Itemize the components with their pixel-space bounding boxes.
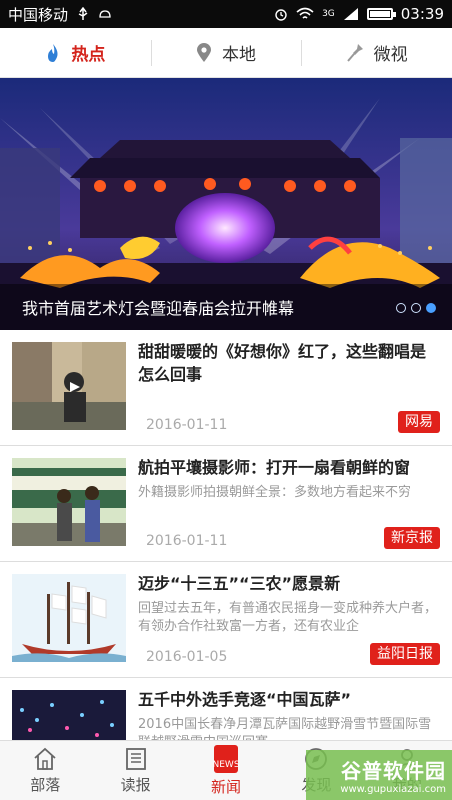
watermark-url: www.gupuxiazai.com <box>340 784 446 795</box>
news-item[interactable]: 甜甜暖暖的《好想你》红了，这些翻唱是怎么回事 2016-01-11 网易 <box>0 330 452 446</box>
news-item[interactable]: 航拍平壤摄影师：打开一扇看朝鲜的窗 外籍摄影师拍摄朝鲜全景：多数地方看起来不穷 … <box>0 446 452 562</box>
news-date: 2016-01-05 <box>146 649 228 665</box>
status-bar: 中国移动 3G 03:39 <box>0 0 452 28</box>
network-type-label: 3G <box>322 9 335 19</box>
news-item[interactable]: 五千中外选手竞逐“中国瓦萨” 2016中国长春净月潭瓦萨国际越野滑雪节暨国际雪联… <box>0 678 452 740</box>
news-list: 甜甜暖暖的《好想你》红了，这些翻唱是怎么回事 2016-01-11 网易 航拍平… <box>0 330 452 740</box>
tab-label: 热点 <box>71 45 106 65</box>
clock-label: 03:39 <box>400 5 444 23</box>
news-thumbnail <box>12 690 126 740</box>
nav-tribe[interactable]: 部落 <box>0 741 90 800</box>
alarm-icon <box>275 9 287 21</box>
home-icon <box>34 747 56 770</box>
watermark-brand: 谷普软件园 <box>341 759 446 783</box>
pin-icon <box>346 43 363 62</box>
flame-icon <box>48 43 58 62</box>
nav-read-paper[interactable]: 读报 <box>90 741 180 800</box>
carousel-dot <box>411 303 421 313</box>
usb-icon <box>78 7 88 20</box>
tab-label: 本地 <box>222 45 256 65</box>
featured-banner[interactable]: 我市首届艺术灯会暨迎春庙会拉开帷幕 <box>0 78 452 330</box>
tab-hot[interactable]: 热点 <box>0 28 151 77</box>
top-tab-bar: 热点 本地 微视 <box>0 28 452 78</box>
news-thumbnail <box>12 574 126 662</box>
news-source-badge: 新京报 <box>384 527 440 549</box>
android-icon <box>99 10 111 18</box>
news-badge-icon: NEWS <box>213 744 240 773</box>
news-thumbnail <box>12 458 126 546</box>
carousel-dot <box>396 303 406 313</box>
nav-label: 读报 <box>120 775 151 794</box>
news-summary: 外籍摄影师拍摄朝鲜全景：多数地方看起来不穷 <box>138 485 412 500</box>
carousel-dot-active <box>426 303 436 313</box>
news-source-badge: 益阳日报 <box>370 643 440 665</box>
signal-icon <box>343 8 358 20</box>
nav-news[interactable]: NEWS 新闻 <box>181 741 271 800</box>
news-source-badge: 网易 <box>398 411 440 433</box>
newspaper-icon <box>125 747 146 770</box>
carrier-label: 中国移动 <box>8 5 69 24</box>
location-pin-icon <box>197 42 211 62</box>
news-title: 迈步“十三五”“三农”愿景新 <box>138 574 341 593</box>
tab-microvideo[interactable]: 微视 <box>301 28 452 77</box>
news-summary: 2016中国长春净月潭瓦萨国际越野滑雪节暨国际雪联越野滑雪中国巡回赛 <box>138 717 432 740</box>
news-title: 五千中外选手竞逐“中国瓦萨” <box>138 690 352 709</box>
carousel-indicator <box>396 303 436 313</box>
nav-label: 新闻 <box>211 777 242 796</box>
tab-label: 微视 <box>373 45 408 65</box>
news-thumbnail <box>12 342 126 430</box>
tab-local[interactable]: 本地 <box>150 28 302 77</box>
watermark-logo: 谷普软件园 www.gupuxiazai.com <box>306 750 452 800</box>
nav-label: 部落 <box>30 775 61 794</box>
wifi-icon <box>296 7 314 19</box>
news-date: 2016-01-11 <box>146 533 228 549</box>
banner-caption: 我市首届艺术灯会暨迎春庙会拉开帷幕 <box>0 284 452 330</box>
battery-icon <box>366 8 396 20</box>
news-item[interactable]: 迈步“十三五”“三农”愿景新 回望过去五年，有普通农民摇身一变成种养大户者，有领… <box>0 562 452 678</box>
news-summary: 回望过去五年，有普通农民摇身一变成种养大户者，有领办合作社致富一方者，还有农业企 <box>138 601 438 634</box>
news-title: 甜甜暖暖的《好想你》红了，这些翻唱是怎么回事 <box>138 342 427 384</box>
news-title: 航拍平壤摄影师：打开一扇看朝鲜的窗 <box>138 458 411 477</box>
news-date: 2016-01-11 <box>146 417 228 433</box>
